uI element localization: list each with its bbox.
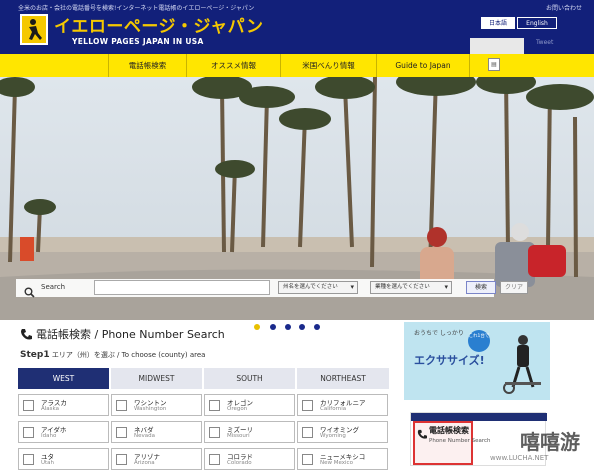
exercise-bike-icon [503,335,541,394]
nav-item-phone-search[interactable]: 電話帳検索 [108,54,186,77]
state-checkbox-california[interactable]: カリフォルニア California [297,394,388,416]
search-label: Search [41,283,66,291]
checkbox[interactable] [209,427,220,438]
carousel-dot-4[interactable] [299,324,305,330]
tab-northeast[interactable]: NORTHEAST [297,368,389,389]
state-checkbox-arizona[interactable]: アリゾナ Arizona [111,448,202,470]
nav-item-recommended[interactable]: オススメ情報 [186,54,280,77]
state-name-en: Colorado [227,460,252,466]
state-checkbox-missouri[interactable]: ミズーリ Missouri [204,421,295,443]
step-number: Step1 [20,350,50,360]
checkbox[interactable] [209,454,220,465]
step-text: エリア（州）を選ぶ / To choose (county) area [51,351,206,359]
state-name-en: Washington [134,406,167,412]
tab-south[interactable]: SOUTH [204,368,295,389]
checkbox[interactable] [116,454,127,465]
phone-icon [417,425,427,444]
state-name-en: Wyoming [320,433,346,439]
ad-headline: エクササイズ! [414,354,485,367]
state-name-en: California [320,406,347,412]
nav-item-us-info[interactable]: 米国べんり情報 [280,54,376,77]
tab-west[interactable]: WEST [18,368,109,389]
search-icon [24,283,35,302]
nav-item-guide-to-japan[interactable]: Guide to Japan [376,54,470,77]
document-icon[interactable]: ▤ [488,58,500,71]
checkbox[interactable] [23,400,34,411]
watermark-text: 嘻嘻游 [520,430,580,454]
state-name-en: Idaho [41,433,57,439]
state-name-en: Utah [41,460,55,466]
state-name-en: Missouri [227,433,250,439]
search-input[interactable] [94,280,270,295]
carousel-dot-1[interactable] [254,324,260,330]
logo-text-en: YELLOW PAGES JAPAN IN USA [72,37,204,46]
logo-icon[interactable] [20,14,48,45]
step-instruction: Step1 エリア（州）を選ぶ / To choose (county) are… [20,350,205,360]
banner-top-bar [411,413,547,421]
category-select[interactable]: 業種を選んでください [370,281,452,294]
lang-english-button[interactable]: English [517,17,557,29]
carousel-dot-3[interactable] [285,324,291,330]
checkbox[interactable] [302,454,313,465]
carousel-dot-5[interactable] [314,324,320,330]
banner-subtitle: Phone Number Search [429,438,491,444]
state-name-en: Arizona [134,460,155,466]
watermark-url: www.LUCHA.NET [490,454,549,462]
section-title: 電話帳検索 / Phone Number Search [36,328,225,341]
state-checkbox-utah[interactable]: ユタ Utah [18,448,109,470]
site-header: 全米のお店・会社の電話番号を検索!インターネット電話帳のイエローページ・ジャパン… [0,0,594,78]
ad-subtitle: おうちで しっかり [414,330,464,337]
state-checkbox-washington[interactable]: ワシントン Washington [111,394,202,416]
state-checkbox-idaho[interactable]: アイダホ Idaho [18,421,109,443]
search-button[interactable]: 検索 [466,281,496,294]
tab-midwest[interactable]: MIDWEST [111,368,202,389]
state-checkbox-colorado[interactable]: コロラド Colorado [204,448,295,470]
region-tabs: WEST MIDWEST SOUTH NORTHEAST [18,368,390,389]
phone-icon [20,326,32,345]
checkbox[interactable] [23,454,34,465]
contact-link[interactable]: お問い合わせ [546,3,582,12]
banner-title: 電話帳検索 [429,426,469,435]
exercise-ad-banner[interactable]: おうちで しっかり これ1台で エクササイズ! [404,322,550,400]
clear-button[interactable]: クリア [500,281,528,294]
state-checkbox-new-mexico[interactable]: ニューメキシコ New Mexico [297,448,388,470]
state-checkbox-nevada[interactable]: ネバダ Nevada [111,421,202,443]
logo-text-jp[interactable]: イエローページ・ジャパン [54,12,264,37]
checkbox[interactable] [23,427,34,438]
state-checkbox-wyoming[interactable]: ワイオミング Wyoming [297,421,388,443]
checkbox[interactable] [116,400,127,411]
state-select[interactable]: 州名を選んでください [278,281,358,294]
checkbox[interactable] [116,427,127,438]
checkbox[interactable] [302,427,313,438]
state-name-en: Nevada [134,433,155,439]
checkbox[interactable] [302,400,313,411]
state-name-en: New Mexico [320,460,353,466]
state-checkbox-alaska[interactable]: アラスカ Alaska [18,394,109,416]
state-checkbox-oregon[interactable]: オレゴン Oregon [204,394,295,416]
state-name-en: Oregon [227,406,248,412]
main-nav: 電話帳検索 オススメ情報 米国べんり情報 Guide to Japan ▤ [0,54,594,77]
ad-badge: これ1台で [468,330,490,352]
search-bar: Search 州名を選んでください 業種を選んでください 検索 クリア [16,279,528,298]
carousel-dot-2[interactable] [270,324,276,330]
tweet-button[interactable]: Tweet [536,39,553,46]
state-name-en: Alaska [41,406,59,412]
checkbox[interactable] [209,400,220,411]
lang-japanese-button[interactable]: 日本語 [481,17,515,29]
site-tagline: 全米のお店・会社の電話番号を検索!インターネット電話帳のイエローページ・ジャパン [18,5,255,12]
state-grid: アラスカ Alaska ワシントン Washington オレゴン Oregon カリ… [18,394,390,470]
